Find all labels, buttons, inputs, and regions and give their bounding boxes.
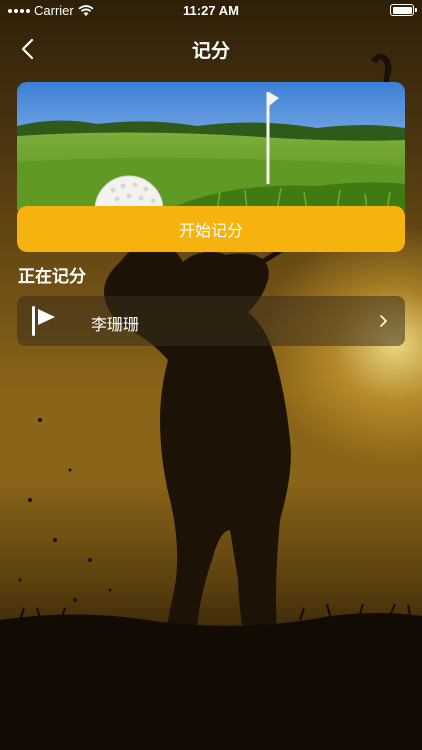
navigation-bar: 记分 [0,28,422,68]
battery-icon [390,4,417,16]
golf-course-banner-image [17,82,405,210]
list-item[interactable]: 李珊珊 [17,296,405,346]
chevron-left-icon [21,38,34,60]
scoring-player-name: 李珊珊 [91,315,140,334]
back-button[interactable] [14,34,44,64]
section-title-in-progress: 正在记分 [18,267,86,287]
banner-card: 开始记分 [17,82,405,252]
chevron-right-icon [380,315,387,327]
flag-icon [32,306,55,336]
status-bar: Carrier 11:27 AM [0,0,422,22]
status-time: 11:27 AM [183,3,239,18]
start-scoring-button[interactable]: 开始记分 [17,206,405,252]
page-title: 记分 [191,40,230,62]
